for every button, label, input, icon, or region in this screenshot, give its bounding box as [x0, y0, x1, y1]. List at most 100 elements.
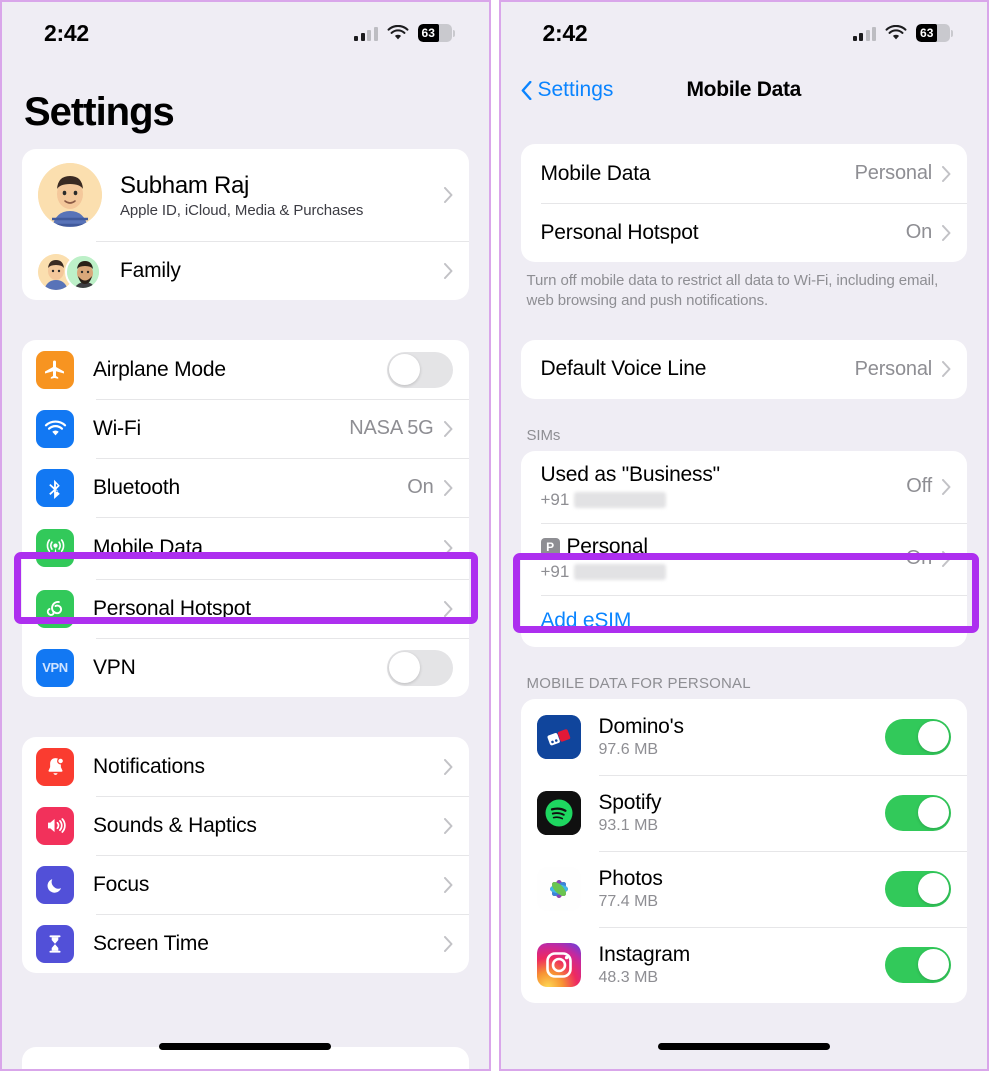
apple-id-row[interactable]: Subham Raj Apple ID, iCloud, Media & Pur…	[22, 149, 469, 241]
back-button[interactable]: Settings	[521, 78, 613, 102]
signal-bars-icon	[354, 26, 378, 41]
status-clock: 2:42	[44, 19, 89, 46]
app-data-toggle[interactable]	[885, 870, 951, 907]
row-label: Bluetooth	[93, 475, 180, 499]
chevron-right-icon	[443, 540, 452, 556]
app-data-card: Domino's 97.6 MB Spotify 93.1 MB Photos …	[520, 698, 968, 1003]
redacted-number	[574, 564, 667, 580]
sidebar-item-screen-time[interactable]: Screen Time	[22, 914, 469, 973]
row-label: Airplane Mode	[93, 357, 226, 381]
focus-icon	[36, 865, 74, 904]
chevron-right-icon	[443, 935, 452, 952]
right-phone-screen: 2:42 63 Settings Mobile Data Mobile Data…	[498, 0, 989, 1071]
profile-name: Subham Raj	[120, 171, 250, 199]
app-row-spotify[interactable]: Spotify 93.1 MB	[521, 774, 968, 851]
dominos-icon	[536, 714, 581, 759]
sim-row-personal[interactable]: P Personal +91 On	[521, 522, 968, 595]
status-indicators: 63	[354, 24, 455, 42]
status-bar-left: 2:42 63	[2, 2, 489, 64]
app-name: Photos	[598, 866, 663, 890]
bluetooth-status-value: On	[407, 476, 434, 498]
personal-hotspot-row[interactable]: Personal Hotspot On	[521, 203, 968, 262]
chevron-right-icon	[942, 550, 951, 567]
chevron-right-icon	[443, 758, 452, 775]
vpn-toggle[interactable]	[386, 649, 453, 686]
chevron-left-icon	[521, 80, 531, 100]
sidebar-item-notifications[interactable]: Notifications	[22, 737, 469, 796]
sidebar-item-personal-hotspot[interactable]: Personal Hotspot	[22, 579, 469, 638]
airplane-mode-toggle[interactable]	[386, 351, 453, 388]
voice-line-card: Default Voice Line Personal	[520, 339, 968, 399]
mobile-data-row[interactable]: Mobile Data Personal	[521, 144, 968, 203]
app-name: Domino's	[598, 714, 684, 738]
chevron-right-icon	[942, 478, 951, 495]
status-indicators: 63	[852, 24, 953, 42]
sim-number: +91	[541, 562, 906, 582]
connectivity-card: Airplane Mode Wi-Fi NASA 5G Bluetooth On…	[22, 340, 469, 697]
profile-card: Subham Raj Apple ID, iCloud, Media & Pur…	[22, 149, 469, 300]
sidebar-item-wifi[interactable]: Wi-Fi NASA 5G	[22, 399, 469, 458]
app-name: Spotify	[598, 790, 662, 814]
page-title: Settings	[24, 90, 175, 134]
sim-title: Personal	[566, 535, 648, 558]
app-data-toggle[interactable]	[885, 946, 951, 983]
row-label: Screen Time	[93, 931, 209, 955]
notifications-icon	[36, 747, 74, 786]
sim-number: +91	[541, 490, 907, 510]
row-label: Wi-Fi	[93, 416, 141, 440]
home-indicator[interactable]	[159, 1043, 332, 1050]
sidebar-item-sounds-haptics[interactable]: Sounds & Haptics	[22, 796, 469, 855]
nav-bar: Settings Mobile Data	[501, 64, 988, 116]
dual-screenshot-stage: 2:42 63 Settings Subham Raj Apple ID, iC…	[0, 0, 989, 1071]
sidebar-item-vpn[interactable]: VPN VPN	[22, 638, 469, 697]
row-label: Personal Hotspot	[540, 220, 699, 244]
row-label: Mobile Data	[540, 161, 651, 185]
sidebar-item-airplane-mode[interactable]: Airplane Mode	[22, 340, 469, 399]
sim-country-code: +91	[540, 490, 570, 509]
sim-title-wrap: P Personal	[540, 535, 906, 559]
app-data-usage: 93.1 MB	[598, 816, 659, 834]
sim-country-code: +91	[540, 562, 570, 581]
battery-icon: 63	[916, 24, 950, 42]
app-row-instagram[interactable]: Instagram 48.3 MB	[521, 926, 968, 1003]
family-avatars	[38, 251, 102, 291]
default-voice-line-row[interactable]: Default Voice Line Personal	[521, 340, 968, 399]
add-esim-row[interactable]: Add eSIM	[521, 594, 968, 647]
row-value: On	[905, 221, 932, 243]
home-indicator[interactable]	[657, 1043, 830, 1050]
left-phone-screen: 2:42 63 Settings Subham Raj Apple ID, iC…	[0, 0, 491, 1071]
sidebar-item-focus[interactable]: Focus	[22, 855, 469, 914]
family-row[interactable]: Family	[22, 241, 469, 300]
system-card: Notifications Sounds & Haptics Focus Scr…	[22, 737, 469, 973]
next-card-peek	[22, 1047, 469, 1069]
wifi-icon	[885, 25, 907, 40]
sim-status-value: Off	[906, 475, 932, 497]
sounds-icon	[36, 806, 74, 845]
app-data-toggle[interactable]	[885, 718, 951, 755]
signal-bars-icon	[852, 26, 876, 41]
screen-time-icon	[36, 924, 74, 963]
hotspot-icon	[36, 589, 74, 628]
apps-section-header: MOBILE DATA FOR PERSONAL	[526, 674, 751, 692]
chevron-right-icon	[942, 224, 951, 241]
chevron-right-icon	[443, 187, 452, 203]
chevron-right-icon	[443, 420, 452, 437]
row-label: Personal Hotspot	[93, 596, 251, 620]
row-label: Sounds & Haptics	[93, 813, 257, 837]
app-row-dominos[interactable]: Domino's 97.6 MB	[521, 699, 968, 775]
bluetooth-icon	[36, 468, 74, 507]
redacted-number	[574, 492, 667, 508]
app-row-photos[interactable]: Photos 77.4 MB	[521, 850, 968, 927]
app-data-usage: 97.6 MB	[598, 740, 659, 758]
sidebar-item-bluetooth[interactable]: Bluetooth On	[22, 458, 469, 517]
sidebar-item-mobile-data[interactable]: Mobile Data	[22, 517, 469, 579]
spotify-icon	[536, 790, 581, 835]
app-data-toggle[interactable]	[885, 794, 951, 831]
mobile-data-card: Mobile Data Personal Personal Hotspot On	[520, 144, 968, 262]
wifi-tile-icon	[36, 409, 74, 448]
family-label: Family	[120, 258, 181, 282]
row-label: Mobile Data	[93, 536, 203, 559]
sim-row-business[interactable]: Used as "Business" +91 Off	[521, 451, 968, 523]
sim-status-value: On	[905, 547, 932, 569]
mobile-data-footer-note: Turn off mobile data to restrict all dat…	[526, 272, 939, 310]
